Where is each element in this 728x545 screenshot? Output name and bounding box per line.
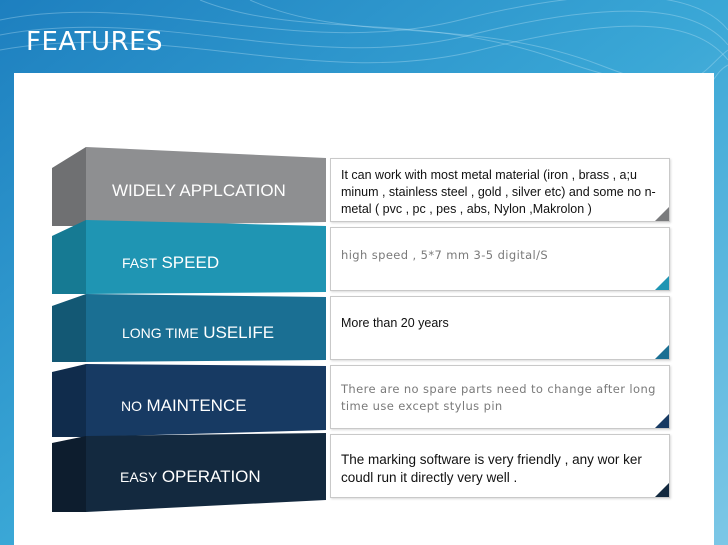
corner-accent-2 (655, 276, 669, 290)
feature-description-box-2: high speed , 5*7 mm 3-5 digital/S (330, 227, 670, 291)
feature-description-5: The marking software is very friendly , … (341, 452, 642, 485)
feature-label-3-large: USELIFE (203, 323, 275, 342)
corner-accent-3 (655, 345, 669, 359)
feature-label-4-large: MAINTENCE (146, 396, 247, 415)
feature-label-3-small: LONG TIME (122, 325, 199, 341)
corner-accent-5 (655, 483, 669, 497)
feature-label-1-text: WIDELY APPLCATION (112, 181, 286, 200)
feature-label-3: LONG TIME USELIFE (122, 323, 274, 343)
feature-description-4: There are no spare parts need to change … (341, 382, 656, 413)
feature-label-2-large: SPEED (161, 253, 220, 272)
corner-accent-4 (655, 414, 669, 428)
feature-description-box-4: There are no spare parts need to change … (330, 365, 670, 429)
feature-description-box-3: More than 20 years (330, 296, 670, 360)
feature-description-3: More than 20 years (341, 316, 449, 330)
feature-description-1: It can work with most metal material (ir… (341, 168, 656, 216)
feature-description-2: high speed , 5*7 mm 3-5 digital/S (341, 248, 549, 262)
corner-accent-1 (655, 207, 669, 221)
feature-label-2: FAST SPEED (122, 253, 219, 273)
feature-label-2-small: FAST (122, 255, 158, 271)
feature-label-1: WIDELY APPLCATION (112, 181, 286, 201)
feature-label-5-small: EASY (120, 469, 158, 485)
feature-label-5-large: OPERATION (161, 467, 261, 486)
feature-label-4: NO MAINTENCE (121, 396, 247, 416)
feature-description-box-5: The marking software is very friendly , … (330, 434, 670, 498)
feature-description-box-1: It can work with most metal material (ir… (330, 158, 670, 222)
feature-label-4-small: NO (121, 398, 142, 414)
feature-label-5: EASY OPERATION (120, 467, 261, 487)
